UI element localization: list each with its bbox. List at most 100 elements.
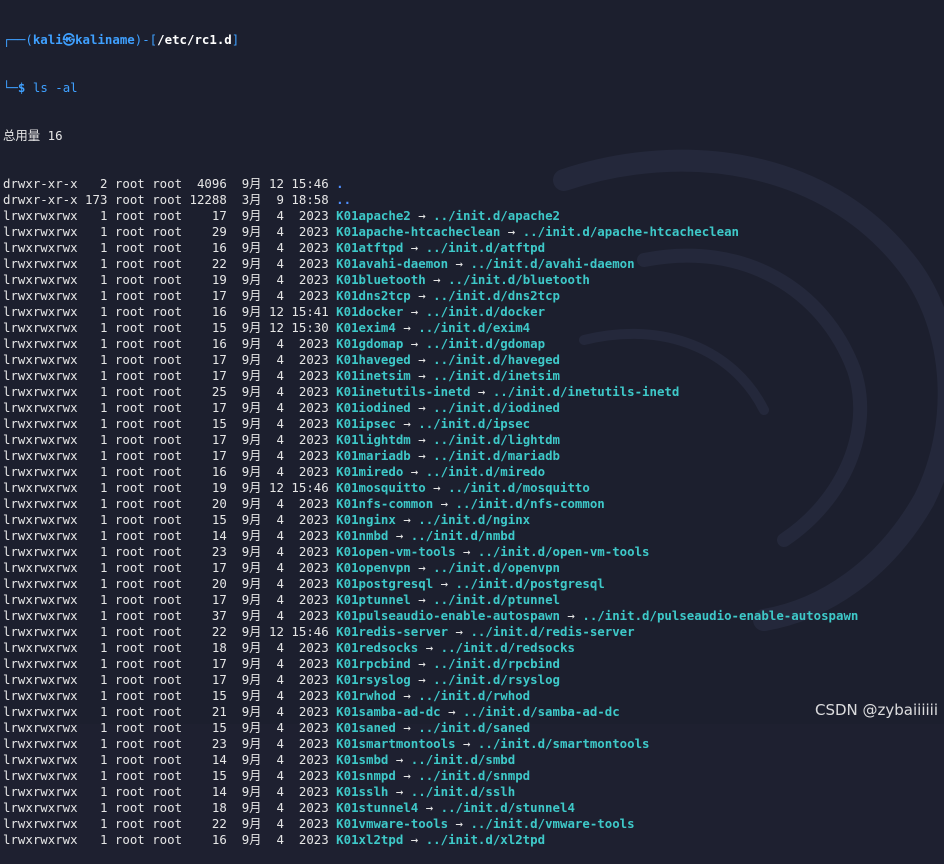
listing-row: lrwxrwxrwx 1 root root 17 9月 4 2023 K01m… bbox=[3, 448, 944, 464]
link-target: ../init.d/ipsec bbox=[418, 416, 531, 431]
listing-row: lrwxrwxrwx 1 root root 19 9月 12 15:46 K0… bbox=[3, 480, 944, 496]
entry-meta: lrwxrwxrwx 1 root root 17 9月 4 2023 bbox=[3, 368, 337, 383]
entry-meta: lrwxrwxrwx 1 root root 18 9月 4 2023 bbox=[3, 800, 337, 815]
listing-row: lrwxrwxrwx 1 root root 20 9月 4 2023 K01p… bbox=[3, 576, 944, 592]
listing-row: lrwxrwxrwx 1 root root 17 9月 4 2023 K01a… bbox=[3, 208, 944, 224]
arrow-icon: → bbox=[395, 512, 419, 527]
entry-meta: lrwxrwxrwx 1 root root 19 9月 12 15:46 bbox=[3, 480, 337, 495]
arrow-icon: → bbox=[388, 752, 411, 767]
link-target: ../init.d/openvpn bbox=[433, 560, 560, 575]
entry-meta: lrwxrwxrwx 1 root root 16 9月 4 2023 bbox=[3, 464, 337, 479]
entry-name: K01atftpd bbox=[336, 240, 404, 255]
entry-meta: lrwxrwxrwx 1 root root 22 9月 4 2023 bbox=[3, 816, 337, 831]
arrow-icon: → bbox=[410, 368, 434, 383]
entry-name: K01sslh bbox=[336, 784, 389, 799]
listing-row: lrwxrwxrwx 1 root root 21 9月 4 2023 K01s… bbox=[3, 704, 944, 720]
entry-name: K01haveged bbox=[336, 352, 411, 367]
csdn-watermark: CSDN @zybaiiiiii bbox=[814, 701, 938, 719]
arrow-icon: → bbox=[395, 688, 419, 703]
entry-meta: lrwxrwxrwx 1 root root 29 9月 4 2023 bbox=[3, 224, 337, 239]
listing-row: lrwxrwxrwx 1 root root 22 9月 4 2023 K01a… bbox=[3, 256, 944, 272]
entry-meta: lrwxrwxrwx 1 root root 20 9月 4 2023 bbox=[3, 576, 337, 591]
link-target: ../init.d/miredo bbox=[425, 464, 546, 479]
listing-row: lrwxrwxrwx 1 root root 17 9月 4 2023 K01i… bbox=[3, 368, 944, 384]
prompt-frame-mid: )-[ bbox=[134, 32, 158, 47]
prompt-frame: ┌──( bbox=[3, 32, 33, 47]
link-target: ../init.d/atftpd bbox=[425, 240, 546, 255]
arrow-icon: → bbox=[410, 592, 434, 607]
terminal-output[interactable]: ┌──(kali㉿kaliname)-[/etc/rc1.d] └─$ ls -… bbox=[0, 0, 944, 847]
arrow-icon: → bbox=[410, 672, 434, 687]
total-line: 总用量 16 bbox=[3, 128, 63, 143]
link-target: ../init.d/smbd bbox=[410, 752, 516, 767]
listing-row: lrwxrwxrwx 1 root root 15 9月 4 2023 K01s… bbox=[3, 720, 944, 736]
arrow-icon: → bbox=[410, 208, 434, 223]
listing-row: lrwxrwxrwx 1 root root 16 9月 4 2023 K01x… bbox=[3, 832, 944, 848]
entry-name: K01vmware-tools bbox=[336, 816, 449, 831]
entry-meta: lrwxrwxrwx 1 root root 22 9月 4 2023 bbox=[3, 256, 337, 271]
entry-meta: lrwxrwxrwx 1 root root 16 9月 4 2023 bbox=[3, 240, 337, 255]
entry-meta: lrwxrwxrwx 1 root root 22 9月 12 15:46 bbox=[3, 624, 337, 639]
link-target: ../init.d/rpcbind bbox=[433, 656, 560, 671]
link-target: ../init.d/exim4 bbox=[418, 320, 531, 335]
listing-row: drwxr-xr-x 2 root root 4096 9月 12 15:46 … bbox=[3, 176, 944, 192]
link-target: ../init.d/inetsim bbox=[433, 368, 560, 383]
entry-meta: lrwxrwxrwx 1 root root 25 9月 4 2023 bbox=[3, 384, 337, 399]
entry-name: .. bbox=[336, 192, 352, 207]
arrow-icon: → bbox=[425, 272, 449, 287]
entry-name: K01docker bbox=[336, 304, 404, 319]
entry-name: K01openvpn bbox=[336, 560, 411, 575]
listing-row: lrwxrwxrwx 1 root root 17 9月 4 2023 K01i… bbox=[3, 400, 944, 416]
arrow-icon: → bbox=[403, 832, 426, 847]
listing-row: lrwxrwxrwx 1 root root 37 9月 4 2023 K01p… bbox=[3, 608, 944, 624]
entry-name: K01miredo bbox=[336, 464, 404, 479]
link-target: ../init.d/mosquitto bbox=[448, 480, 590, 495]
link-target: ../init.d/nginx bbox=[418, 512, 531, 527]
listing-row: lrwxrwxrwx 1 root root 17 9月 4 2023 K01r… bbox=[3, 672, 944, 688]
link-target: ../init.d/nmbd bbox=[410, 528, 516, 543]
link-target: ../init.d/redis-server bbox=[470, 624, 635, 639]
link-target: ../init.d/sslh bbox=[410, 784, 516, 799]
entry-meta: drwxr-xr-x 173 root root 12288 3月 9 18:5… bbox=[3, 192, 337, 207]
entry-meta: lrwxrwxrwx 1 root root 17 9月 4 2023 bbox=[3, 656, 337, 671]
link-target: ../init.d/docker bbox=[425, 304, 546, 319]
entry-name: K01mariadb bbox=[336, 448, 411, 463]
entry-meta: drwxr-xr-x 2 root root 4096 9月 12 15:46 bbox=[3, 176, 337, 191]
listing-row: lrwxrwxrwx 1 root root 23 9月 4 2023 K01o… bbox=[3, 544, 944, 560]
entry-meta: lrwxrwxrwx 1 root root 19 9月 4 2023 bbox=[3, 272, 337, 287]
command-text: ls -al bbox=[32, 80, 78, 95]
arrow-icon: → bbox=[418, 800, 441, 815]
prompt-dollar: $ bbox=[17, 80, 26, 95]
listing-row: lrwxrwxrwx 1 root root 15 9月 4 2023 K01r… bbox=[3, 688, 944, 704]
link-target: ../init.d/gdomap bbox=[425, 336, 546, 351]
entry-name: K01exim4 bbox=[336, 320, 396, 335]
entry-meta: lrwxrwxrwx 1 root root 37 9月 4 2023 bbox=[3, 608, 337, 623]
entry-meta: lrwxrwxrwx 1 root root 16 9月 12 15:41 bbox=[3, 304, 337, 319]
entry-meta: lrwxrwxrwx 1 root root 14 9月 4 2023 bbox=[3, 784, 337, 799]
link-target: ../init.d/avahi-daemon bbox=[470, 256, 635, 271]
entry-meta: lrwxrwxrwx 1 root root 17 9月 4 2023 bbox=[3, 672, 337, 687]
listing-row: lrwxrwxrwx 1 root root 15 9月 12 15:30 K0… bbox=[3, 320, 944, 336]
listing-row: lrwxrwxrwx 1 root root 17 9月 4 2023 K01o… bbox=[3, 560, 944, 576]
link-target: ../init.d/inetutils-inetd bbox=[492, 384, 680, 399]
arrow-icon: → bbox=[410, 352, 434, 367]
arrow-icon: → bbox=[403, 240, 426, 255]
link-target: ../init.d/rsyslog bbox=[433, 672, 560, 687]
arrow-icon: → bbox=[500, 224, 523, 239]
arrow-icon: → bbox=[470, 384, 493, 399]
arrow-icon: → bbox=[410, 288, 434, 303]
prompt-line-2: └─$ ls -al bbox=[3, 80, 944, 96]
entry-name: K01rpcbind bbox=[336, 656, 411, 671]
arrow-icon: → bbox=[403, 304, 426, 319]
link-target: ../init.d/apache-htcacheclean bbox=[522, 224, 740, 239]
link-target: ../init.d/open-vm-tools bbox=[477, 544, 650, 559]
link-target: ../init.d/pulseaudio-enable-autospawn bbox=[582, 608, 859, 623]
listing-row: lrwxrwxrwx 1 root root 19 9月 4 2023 K01b… bbox=[3, 272, 944, 288]
entry-name: K01ptunnel bbox=[336, 592, 411, 607]
entry-name: K01inetsim bbox=[336, 368, 411, 383]
entry-name: K01smbd bbox=[336, 752, 389, 767]
entry-name: K01inetutils-inetd bbox=[336, 384, 471, 399]
arrow-icon: → bbox=[455, 544, 478, 559]
entry-name: K01redis-server bbox=[336, 624, 449, 639]
arrow-icon: → bbox=[433, 496, 456, 511]
